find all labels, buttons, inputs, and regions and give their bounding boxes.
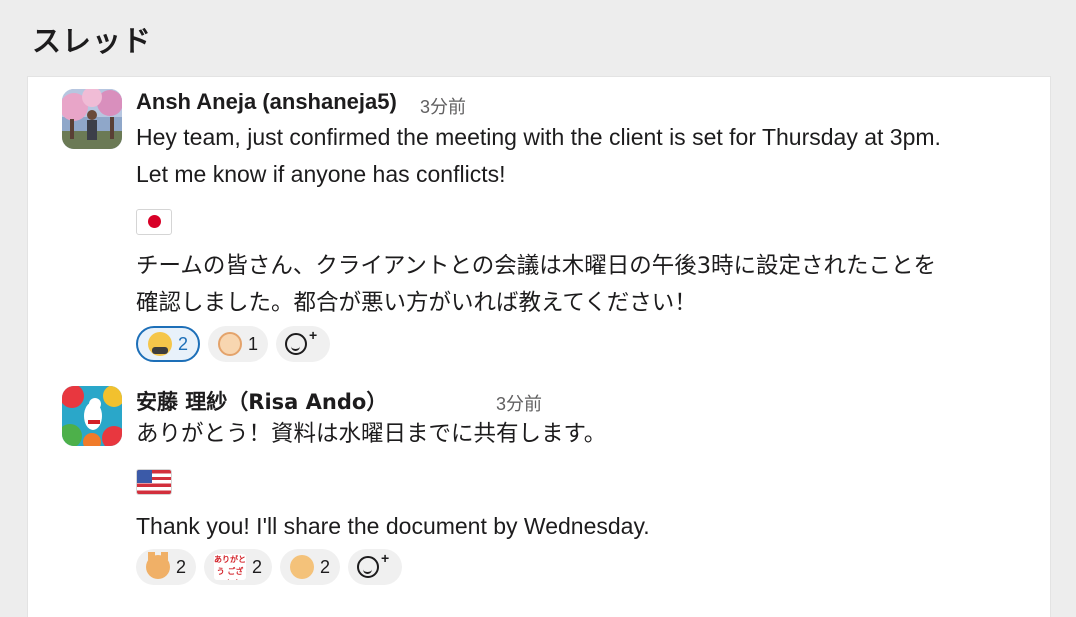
bowing-person-icon (148, 332, 172, 356)
add-reaction-icon (284, 333, 307, 355)
message-text-en: Thank you! I'll share the document by We… (136, 513, 650, 539)
reaction-count: 2 (178, 333, 189, 354)
reaction-count: 1 (248, 333, 259, 354)
tiger-icon (290, 555, 315, 579)
message-text-en: Hey team, just confirmed the meeting wit… (136, 124, 941, 187)
add-reaction-icon (356, 556, 379, 578)
reaction-pill[interactable]: 2 (136, 549, 197, 585)
message-author[interactable]: Ansh Aneja (anshaneja5) (136, 89, 397, 115)
reaction-pill[interactable]: 2 (280, 549, 341, 585)
message-author[interactable]: 安藤 理紗（Risa Ando） (136, 386, 387, 416)
message-timestamp[interactable]: 3分前 (496, 390, 542, 416)
add-reaction-button[interactable]: + (348, 549, 403, 585)
message-timestamp[interactable]: 3分前 (420, 93, 466, 119)
thread-title: スレッド (32, 24, 153, 58)
reaction-pill[interactable]: 1 (208, 326, 269, 362)
reaction-bar: 2 ありがとう ございます! 2 2 + (136, 549, 1036, 585)
flag-usa-icon (136, 469, 172, 495)
message-text-jp: チームの皆さん、クライアントとの会議は木曜日の午後3時に設定されたことを 確認し… (136, 253, 937, 316)
reaction-bar: 2 1 + (136, 326, 1036, 362)
reaction-pill[interactable]: 2 (136, 326, 201, 362)
avatar[interactable] (62, 89, 122, 149)
add-reaction-button[interactable]: + (276, 326, 331, 362)
cat-icon (146, 552, 170, 579)
arigatou-sticker-icon: ありがとう ございます! (214, 554, 247, 580)
reaction-count: 2 (320, 556, 331, 577)
message-text-jp: ありがとう！資料は水曜日までに共有します。 (136, 421, 607, 447)
flag-japan-icon (136, 209, 172, 235)
monkey-face-icon (218, 332, 243, 356)
thread-panel: Ansh Aneja (anshaneja5) 3分前 Hey team, ju… (28, 77, 1050, 617)
reaction-count: 2 (252, 556, 263, 577)
reaction-pill[interactable]: ありがとう ございます! 2 (204, 549, 273, 585)
avatar[interactable] (62, 386, 122, 446)
reaction-count: 2 (176, 556, 187, 577)
